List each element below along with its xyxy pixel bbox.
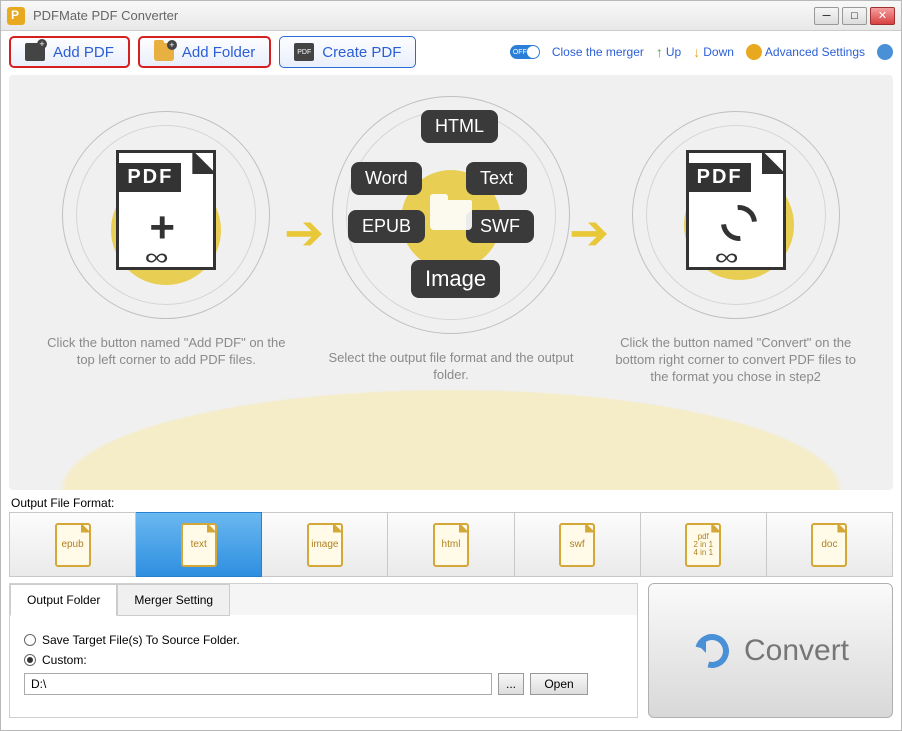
convert-label: Convert bbox=[744, 634, 849, 668]
arrow-down-icon: ↓ bbox=[693, 44, 700, 60]
folder-add-icon bbox=[154, 43, 174, 61]
convert-button[interactable]: Convert bbox=[648, 583, 893, 718]
badge-text: Text bbox=[466, 162, 527, 195]
badge-epub: EPUB bbox=[348, 210, 425, 243]
advanced-settings-link[interactable]: Advanced Settings bbox=[746, 44, 865, 60]
output-path-input[interactable] bbox=[24, 673, 492, 695]
badge-swf: SWF bbox=[466, 210, 534, 243]
option-source-label: Save Target File(s) To Source Folder. bbox=[42, 633, 240, 647]
html-icon: html bbox=[433, 523, 469, 567]
format-epub[interactable]: epub bbox=[9, 512, 136, 577]
wrench-icon bbox=[746, 44, 762, 60]
close-merger-link[interactable]: Close the merger bbox=[552, 45, 644, 59]
pdf-convert-icon: PDF bbox=[686, 150, 786, 270]
epub-icon: epub bbox=[55, 523, 91, 567]
title-bar: PDFMate PDF Converter ─ □ ✕ bbox=[1, 1, 901, 31]
close-button[interactable]: ✕ bbox=[870, 7, 895, 25]
step-2: HTML Word Text EPUB SWF Image Select the… bbox=[316, 115, 586, 384]
radio-icon bbox=[24, 634, 36, 646]
doc-icon: doc bbox=[811, 523, 847, 567]
step1-caption: Click the button named "Add PDF" on the … bbox=[31, 335, 301, 369]
folder-icon bbox=[430, 200, 472, 230]
language-icon[interactable] bbox=[877, 44, 893, 60]
create-pdf-button[interactable]: Create PDF bbox=[279, 36, 416, 68]
tab-output-folder[interactable]: Output Folder bbox=[10, 584, 117, 616]
window-controls: ─ □ ✕ bbox=[814, 7, 895, 25]
create-pdf-label: Create PDF bbox=[322, 44, 401, 61]
merger-toggle[interactable]: OFF bbox=[510, 45, 540, 59]
radio-icon bbox=[24, 654, 36, 666]
app-logo-icon bbox=[7, 7, 25, 25]
option-custom[interactable]: Custom: bbox=[24, 653, 623, 667]
swf-icon: swf bbox=[559, 523, 595, 567]
badge-image: Image bbox=[411, 260, 500, 298]
toolbar-right: OFF Close the merger ↑Up ↓Down Advanced … bbox=[510, 44, 893, 60]
arrow-right-icon: ➔ bbox=[569, 205, 609, 261]
move-up-button[interactable]: ↑Up bbox=[656, 44, 681, 60]
convert-icon bbox=[692, 631, 732, 671]
pdf-add-icon bbox=[25, 43, 45, 61]
step2-caption: Select the output file format and the ou… bbox=[316, 350, 586, 384]
text-icon: text bbox=[181, 523, 217, 567]
add-folder-label: Add Folder bbox=[182, 44, 255, 61]
format-image[interactable]: image bbox=[262, 512, 388, 577]
open-folder-button[interactable]: Open bbox=[530, 673, 588, 695]
tab-merger-setting[interactable]: Merger Setting bbox=[117, 584, 230, 616]
add-pdf-button[interactable]: Add PDF bbox=[9, 36, 130, 68]
badge-html: HTML bbox=[421, 110, 498, 143]
arrow-right-icon: ➔ bbox=[284, 205, 324, 261]
format-text[interactable]: text bbox=[136, 512, 262, 577]
pdf-nup-icon: pdf2 in 14 in 1 bbox=[685, 523, 721, 567]
add-folder-button[interactable]: Add Folder bbox=[138, 36, 271, 68]
format-html[interactable]: html bbox=[388, 512, 514, 577]
create-pdf-icon bbox=[294, 43, 314, 61]
option-custom-label: Custom: bbox=[42, 653, 87, 667]
bottom-panel: Output Folder Merger Setting Save Target… bbox=[9, 583, 893, 718]
image-icon: image bbox=[307, 523, 343, 567]
output-format-label: Output File Format: bbox=[1, 492, 901, 512]
workflow-illustration: PDF + Click the button named "Add PDF" o… bbox=[9, 75, 893, 490]
browse-button[interactable]: ... bbox=[498, 673, 524, 695]
settings-panel: Output Folder Merger Setting Save Target… bbox=[9, 583, 638, 718]
format-pdf-nup[interactable]: pdf2 in 14 in 1 bbox=[641, 512, 767, 577]
format-swf[interactable]: swf bbox=[515, 512, 641, 577]
format-doc[interactable]: doc bbox=[767, 512, 893, 577]
minimize-button[interactable]: ─ bbox=[814, 7, 839, 25]
pdf-document-icon: PDF + bbox=[116, 150, 216, 270]
output-folder-content: Save Target File(s) To Source Folder. Cu… bbox=[10, 615, 637, 717]
output-format-strip: epub text image html swf pdf2 in 14 in 1… bbox=[9, 512, 893, 577]
move-down-button[interactable]: ↓Down bbox=[693, 44, 734, 60]
tab-row: Output Folder Merger Setting bbox=[10, 584, 637, 615]
maximize-button[interactable]: □ bbox=[842, 7, 867, 25]
step-3: PDF Click the button named "Convert" on … bbox=[601, 115, 871, 386]
arrow-up-icon: ↑ bbox=[656, 44, 663, 60]
step3-caption: Click the button named "Convert" on the … bbox=[601, 335, 871, 386]
option-source-folder[interactable]: Save Target File(s) To Source Folder. bbox=[24, 633, 623, 647]
add-pdf-label: Add PDF bbox=[53, 44, 114, 61]
toolbar: Add PDF Add Folder Create PDF OFF Close … bbox=[1, 31, 901, 73]
window-title: PDFMate PDF Converter bbox=[33, 8, 814, 23]
badge-word: Word bbox=[351, 162, 422, 195]
step-1: PDF + Click the button named "Add PDF" o… bbox=[31, 115, 301, 369]
